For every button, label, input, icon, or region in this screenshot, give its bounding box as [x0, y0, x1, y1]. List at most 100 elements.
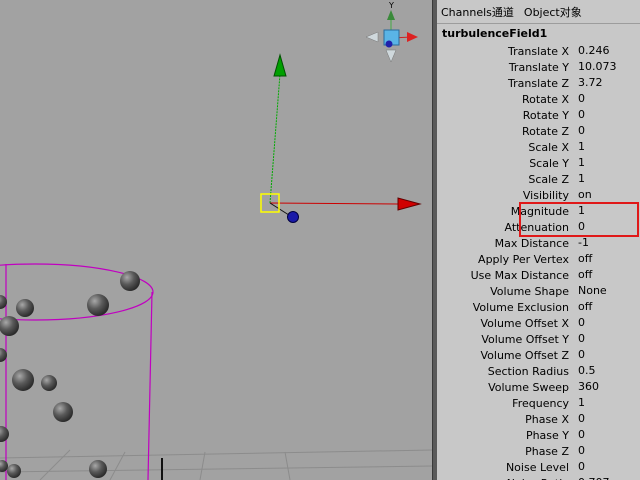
attribute-value-field[interactable]: 0 [575, 444, 633, 458]
attribute-row[interactable]: Max Distance -1 [437, 235, 640, 251]
attribute-value-field[interactable]: 1 [575, 396, 633, 410]
attribute-value-field[interactable]: 0 [575, 348, 633, 362]
z-axis-sphere[interactable] [287, 211, 299, 223]
attribute-label[interactable]: Use Max Distance [437, 269, 575, 282]
attribute-row[interactable]: Phase Z0 [437, 443, 640, 459]
attribute-row[interactable]: Scale X1 [437, 139, 640, 155]
attribute-label[interactable]: Max Distance [437, 237, 575, 250]
view-axis-indicator[interactable]: Y [365, 1, 418, 63]
attribute-row[interactable]: Use Max Distance off [437, 267, 640, 283]
channel-box: Channels通道 Object对象 turbulenceField1 Tra… [437, 0, 640, 480]
attribute-row[interactable]: Frequency 1 [437, 395, 640, 411]
y-axis-handle[interactable] [269, 73, 281, 204]
attribute-row[interactable]: Volume Offset Y0 [437, 331, 640, 347]
attribute-label[interactable]: Scale Y [437, 157, 575, 170]
attribute-row[interactable]: Apply Per Vertex off [437, 251, 640, 267]
attribute-row[interactable]: Translate X 0.246 [437, 43, 640, 59]
attribute-value-field[interactable]: 1 [575, 140, 633, 154]
object-name[interactable]: turbulenceField1 [442, 27, 547, 40]
attribute-label[interactable]: Volume Offset Y [437, 333, 575, 346]
attribute-value-field[interactable]: 0 [575, 332, 633, 346]
attribute-value-field[interactable]: 0 [575, 428, 633, 442]
attribute-value-field[interactable]: 0 [575, 460, 633, 474]
attribute-row[interactable]: Volume Offset X0 [437, 315, 640, 331]
attribute-row[interactable]: Noise Level 0 [437, 459, 640, 475]
attribute-label[interactable]: Apply Per Vertex [437, 253, 575, 266]
x-axis-handle[interactable] [269, 202, 399, 205]
attribute-label[interactable]: Rotate X [437, 93, 575, 106]
view-y-cone[interactable] [387, 10, 395, 20]
attribute-value-field[interactable]: 0 [575, 412, 633, 426]
attribute-label[interactable]: Volume Exclusion [437, 301, 575, 314]
attribute-label[interactable]: Translate Z [437, 77, 575, 90]
view-x-cone[interactable] [407, 32, 418, 42]
particle [0, 460, 8, 472]
attribute-row[interactable]: Section Radius 0.5 [437, 363, 640, 379]
attribute-value-field[interactable]: 0 [575, 124, 633, 138]
attribute-row[interactable]: Translate Y 10.073 [437, 59, 640, 75]
attribute-label[interactable]: Noise Ratio [437, 477, 575, 480]
attribute-value-field[interactable]: 10.073 [575, 60, 633, 74]
attribute-value-field[interactable]: 0 [575, 108, 633, 122]
view-negy-cone[interactable] [385, 49, 397, 63]
attribute-row[interactable]: Phase X0 [437, 411, 640, 427]
attribute-label[interactable]: Rotate Z [437, 125, 575, 138]
attribute-label[interactable]: Translate Y [437, 61, 575, 74]
attribute-label[interactable]: Phase Z [437, 445, 575, 458]
attribute-value-field[interactable]: 1 [575, 172, 633, 186]
attribute-row[interactable]: Rotate Z0 [437, 123, 640, 139]
attribute-label[interactable]: Translate X [437, 45, 575, 58]
attribute-row[interactable]: Phase Y0 [437, 427, 640, 443]
viewport-scene: Y [0, 1, 432, 480]
attribute-value-field[interactable]: 0.246 [575, 44, 633, 58]
attribute-label[interactable]: Volume Shape [437, 285, 575, 298]
particle [12, 369, 34, 391]
attribute-value-field[interactable]: 0.5 [575, 364, 633, 378]
attribute-row[interactable]: Volume Shape None [437, 283, 640, 299]
x-axis-cone[interactable] [397, 197, 422, 211]
attribute-value-field[interactable]: 0 [575, 316, 633, 330]
attribute-label[interactable]: Volume Offset Z [437, 349, 575, 362]
attribute-label[interactable]: Volume Offset X [437, 317, 575, 330]
attribute-label[interactable]: Scale Z [437, 173, 575, 186]
attribute-value-field[interactable]: 1 [575, 156, 633, 170]
attribute-label[interactable]: Noise Level [437, 461, 575, 474]
attribute-value-field[interactable]: None [575, 284, 633, 298]
attribute-label[interactable]: Frequency [437, 397, 575, 410]
particle [87, 294, 109, 316]
attribute-label[interactable]: Visibility [437, 189, 575, 202]
attribute-value-field[interactable]: off [575, 252, 633, 266]
attribute-row[interactable]: Noise Ratio0.707 [437, 475, 640, 480]
attribute-row[interactable]: Volume Sweep 360 [437, 379, 640, 395]
attribute-value-field[interactable]: off [575, 300, 633, 314]
view-z-sphere[interactable] [385, 40, 393, 48]
attribute-list: Translate X 0.246 Translate Y 10.073 Transla… [437, 43, 640, 480]
attribute-row[interactable]: Translate Z 3.72 [437, 75, 640, 91]
attribute-label[interactable]: Scale X [437, 141, 575, 154]
attribute-label[interactable]: Volume Sweep [437, 381, 575, 394]
view-negx-cone[interactable] [365, 31, 379, 43]
attribute-row[interactable]: Volume Exclusion off [437, 299, 640, 315]
attribute-value-field[interactable]: 0.707 [575, 476, 633, 480]
attribute-value-field[interactable]: on [575, 188, 633, 202]
attribute-label[interactable]: Phase X [437, 413, 575, 426]
attribute-label[interactable]: Rotate Y [437, 109, 575, 122]
attribute-label[interactable]: Phase Y [437, 429, 575, 442]
attribute-row[interactable]: Volume Offset Z0 [437, 347, 640, 363]
attribute-row[interactable]: Scale Z1 [437, 171, 640, 187]
attribute-label[interactable]: Section Radius [437, 365, 575, 378]
3d-viewport[interactable]: Y [0, 0, 432, 480]
menu-channels[interactable]: Channels通道 [441, 4, 514, 20]
attribute-row[interactable]: Scale Y1 [437, 155, 640, 171]
menu-object[interactable]: Object对象 [524, 4, 582, 20]
attribute-value-field[interactable]: 360 [575, 380, 633, 394]
attribute-value-field[interactable]: 3.72 [575, 76, 633, 90]
attribute-row[interactable]: Visibility on [437, 187, 640, 203]
attribute-value-field[interactable]: 0 [575, 92, 633, 106]
attribute-row[interactable]: Rotate X0 [437, 91, 640, 107]
y-axis-cone[interactable] [273, 53, 287, 77]
attribute-row[interactable]: Rotate Y0 [437, 107, 640, 123]
translate-manipulator[interactable] [260, 53, 422, 223]
attribute-value-field[interactable]: off [575, 268, 633, 282]
attribute-value-field[interactable]: -1 [575, 236, 633, 250]
